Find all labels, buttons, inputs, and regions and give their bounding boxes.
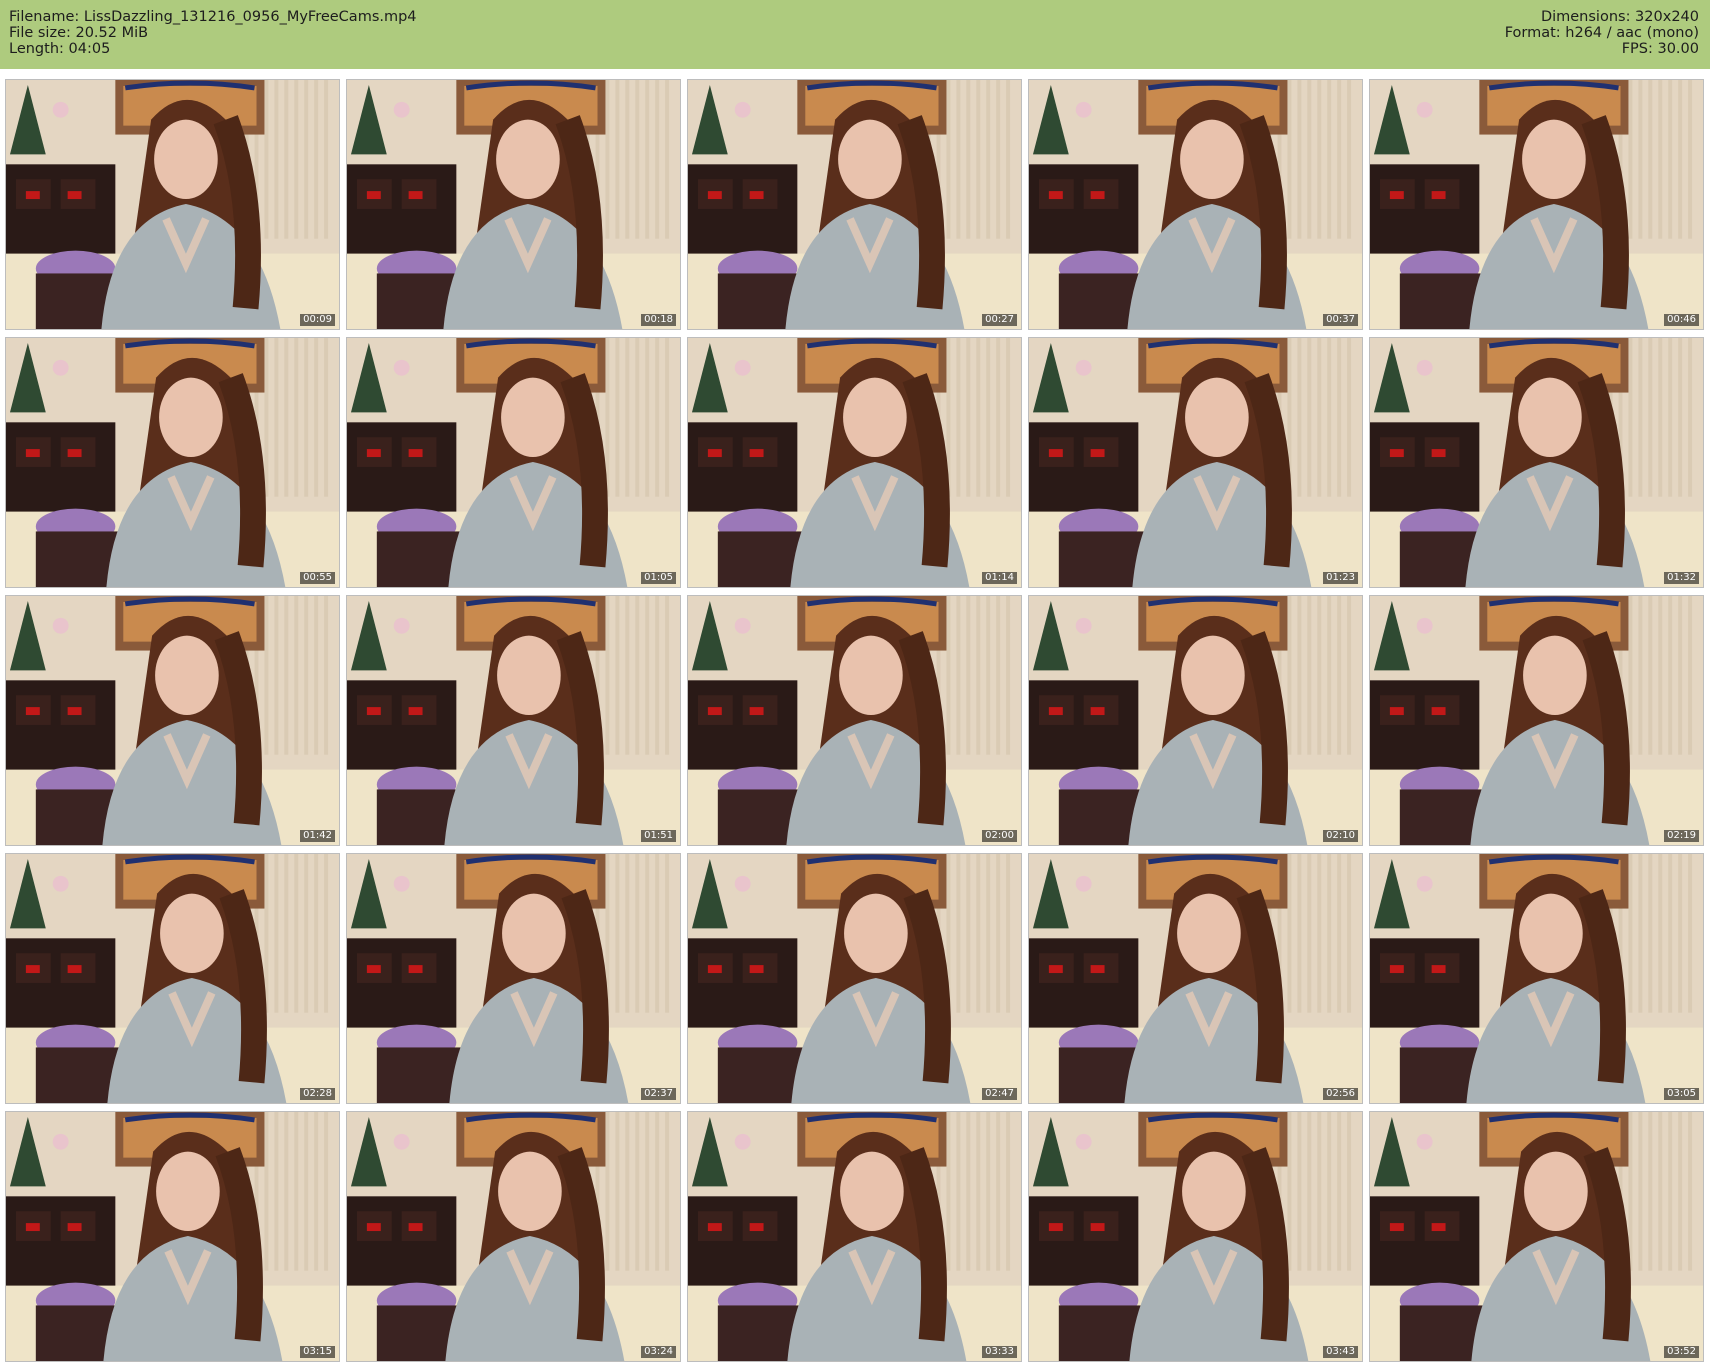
frame-timestamp: 02:56 bbox=[1323, 1088, 1358, 1100]
frame-image bbox=[6, 854, 339, 1103]
video-frame-thumbnail: 00:46 bbox=[1369, 79, 1704, 330]
video-frame-thumbnail: 03:05 bbox=[1369, 853, 1704, 1104]
frame-timestamp: 00:55 bbox=[300, 572, 335, 584]
video-frame-thumbnail: 01:51 bbox=[346, 595, 681, 846]
video-frame-thumbnail: 02:10 bbox=[1028, 595, 1363, 846]
frame-image bbox=[6, 596, 339, 845]
frame-timestamp: 02:10 bbox=[1323, 830, 1358, 842]
video-frame-thumbnail: 01:05 bbox=[346, 337, 681, 588]
frame-image bbox=[1029, 1112, 1362, 1361]
frame-timestamp: 01:23 bbox=[1323, 572, 1358, 584]
frame-timestamp: 02:47 bbox=[982, 1088, 1017, 1100]
video-frame-thumbnail: 03:33 bbox=[687, 1111, 1022, 1362]
format-text: Format: h264 / aac (mono) bbox=[1504, 25, 1699, 41]
video-frame-thumbnail: 00:37 bbox=[1028, 79, 1363, 330]
video-frame-thumbnail: 02:37 bbox=[346, 853, 681, 1104]
length-text: Length: 04:05 bbox=[9, 41, 111, 57]
frame-timestamp: 03:43 bbox=[1323, 1346, 1358, 1358]
video-frame-thumbnail: 00:27 bbox=[687, 79, 1022, 330]
frame-timestamp: 01:05 bbox=[641, 572, 676, 584]
frame-image bbox=[1370, 338, 1703, 587]
frame-image bbox=[688, 596, 1021, 845]
video-frame-thumbnail: 02:28 bbox=[5, 853, 340, 1104]
frame-image bbox=[6, 338, 339, 587]
video-frame-thumbnail: 00:18 bbox=[346, 79, 681, 330]
frame-image bbox=[347, 80, 680, 329]
frame-image bbox=[1370, 80, 1703, 329]
video-frame-thumbnail: 03:24 bbox=[346, 1111, 681, 1362]
frame-image bbox=[6, 80, 339, 329]
video-frame-thumbnail: 03:43 bbox=[1028, 1111, 1363, 1362]
frame-timestamp: 01:32 bbox=[1664, 572, 1699, 584]
frame-image bbox=[1029, 596, 1362, 845]
thumbnail-grid: 00:09 00:18 00:27 00:37 00:46 00:55 01:05 01:14… bbox=[0, 76, 1710, 1370]
file-info: Filename: LissDazzling_131216_0956_MyFre… bbox=[9, 9, 417, 57]
frame-image bbox=[1370, 1112, 1703, 1361]
video-frame-thumbnail: 02:00 bbox=[687, 595, 1022, 846]
frame-image bbox=[6, 1112, 339, 1361]
frame-timestamp: 00:09 bbox=[300, 314, 335, 326]
frame-timestamp: 03:15 bbox=[300, 1346, 335, 1358]
video-frame-thumbnail: 02:47 bbox=[687, 853, 1022, 1104]
frame-timestamp: 01:51 bbox=[641, 830, 676, 842]
video-frame-thumbnail: 03:15 bbox=[5, 1111, 340, 1362]
video-frame-thumbnail: 01:32 bbox=[1369, 337, 1704, 588]
video-frame-thumbnail: 02:19 bbox=[1369, 595, 1704, 846]
frame-image bbox=[1029, 854, 1362, 1103]
info-header: Filename: LissDazzling_131216_0956_MyFre… bbox=[0, 0, 1710, 69]
frame-image bbox=[347, 338, 680, 587]
filesize-text: File size: 20.52 MiB bbox=[9, 25, 149, 41]
frame-image bbox=[1029, 80, 1362, 329]
frame-image bbox=[688, 338, 1021, 587]
frame-image bbox=[1370, 596, 1703, 845]
frame-image bbox=[347, 854, 680, 1103]
frame-timestamp: 03:33 bbox=[982, 1346, 1017, 1358]
video-frame-thumbnail: 03:52 bbox=[1369, 1111, 1704, 1362]
filename-text: Filename: LissDazzling_131216_0956_MyFre… bbox=[9, 9, 417, 25]
frame-timestamp: 01:42 bbox=[300, 830, 335, 842]
frame-timestamp: 02:19 bbox=[1664, 830, 1699, 842]
frame-timestamp: 02:00 bbox=[982, 830, 1017, 842]
frame-timestamp: 03:05 bbox=[1664, 1088, 1699, 1100]
video-frame-thumbnail: 01:23 bbox=[1028, 337, 1363, 588]
video-frame-thumbnail: 02:56 bbox=[1028, 853, 1363, 1104]
frame-timestamp: 02:37 bbox=[641, 1088, 676, 1100]
video-frame-thumbnail: 00:09 bbox=[5, 79, 340, 330]
frame-image bbox=[688, 854, 1021, 1103]
frame-image bbox=[347, 1112, 680, 1361]
frame-image bbox=[1370, 854, 1703, 1103]
frame-timestamp: 00:27 bbox=[982, 314, 1017, 326]
frame-image bbox=[347, 596, 680, 845]
video-info: Dimensions: 320x240 Format: h264 / aac (… bbox=[1505, 9, 1699, 57]
frame-timestamp: 00:37 bbox=[1323, 314, 1358, 326]
fps-text: FPS: 30.00 bbox=[1621, 41, 1699, 57]
dimensions-text: Dimensions: 320x240 bbox=[1540, 9, 1699, 25]
frame-timestamp: 03:52 bbox=[1664, 1346, 1699, 1358]
frame-timestamp: 02:28 bbox=[300, 1088, 335, 1100]
frame-image bbox=[688, 80, 1021, 329]
video-frame-thumbnail: 01:14 bbox=[687, 337, 1022, 588]
frame-timestamp: 01:14 bbox=[982, 572, 1017, 584]
frame-image bbox=[1029, 338, 1362, 587]
frame-timestamp: 00:18 bbox=[641, 314, 676, 326]
video-frame-thumbnail: 00:55 bbox=[5, 337, 340, 588]
frame-timestamp: 03:24 bbox=[641, 1346, 676, 1358]
frame-timestamp: 00:46 bbox=[1664, 314, 1699, 326]
video-frame-thumbnail: 01:42 bbox=[5, 595, 340, 846]
frame-image bbox=[688, 1112, 1021, 1361]
